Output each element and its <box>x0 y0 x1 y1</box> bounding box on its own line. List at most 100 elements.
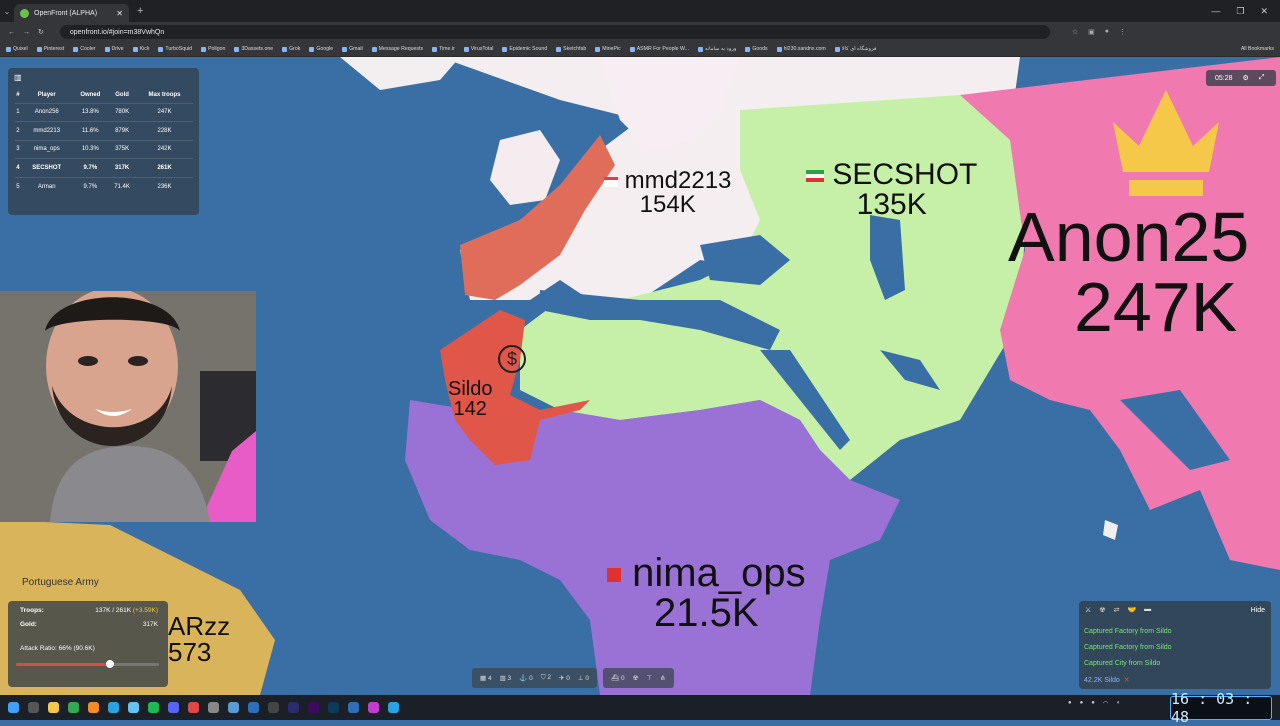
spotify-icon[interactable] <box>148 702 159 713</box>
attack-ratio-slider[interactable] <box>16 660 159 668</box>
wifi-icon[interactable]: ◠ <box>1103 700 1108 707</box>
chrome-icon[interactable] <box>68 702 79 713</box>
minimize-icon[interactable]: — <box>1211 6 1220 17</box>
build-missile-button[interactable]: ✈ 0 <box>559 674 570 682</box>
player-label-arzz[interactable]: ARzz 573 <box>168 613 230 665</box>
player-label-anon[interactable]: Anon25 247K <box>1008 202 1249 342</box>
bookmark-item[interactable]: hl230.xandnx.com <box>776 46 826 52</box>
bookmark-star-icon[interactable]: ☆ <box>1072 28 1078 36</box>
build-sam-button[interactable]: ⊥ 0 <box>578 674 589 682</box>
bookmark-item[interactable]: Message Requests <box>371 46 423 52</box>
photoshop-icon[interactable] <box>328 702 339 713</box>
bookmark-item[interactable]: TurboSquid <box>158 46 192 52</box>
bookmark-item[interactable]: Sketchfab <box>556 46 586 52</box>
bookmark-item[interactable]: Time.ir <box>432 46 455 52</box>
back-icon[interactable]: ← <box>8 29 15 36</box>
bookmark-item[interactable]: ASMR For People W... <box>629 46 689 52</box>
player-label-nima[interactable]: nima_ops 21.5K <box>607 553 806 633</box>
bookmark-item[interactable]: 3Dassets.one <box>234 46 273 52</box>
leaderboard-row[interactable]: 1 Anon256 13.8% 780K 247K <box>15 102 193 122</box>
steam-icon[interactable] <box>128 702 139 713</box>
bookmark-item[interactable]: Goods <box>745 46 768 52</box>
bookmark-item[interactable]: Google <box>309 46 333 52</box>
new-tab-icon[interactable]: + <box>137 5 143 17</box>
tray-icon[interactable]: ● <box>1080 700 1084 707</box>
profile-icon[interactable]: ● <box>1105 28 1109 36</box>
trade-icon[interactable]: ⇄ <box>1114 606 1120 614</box>
build-defense-button[interactable]: ⛉ 2 <box>541 674 551 682</box>
hydrogen-bomb-button[interactable]: ⊤ <box>647 674 653 682</box>
app-icon[interactable] <box>228 702 239 713</box>
url-field[interactable]: openfront.io/#join=m38VwhQn <box>59 25 1050 39</box>
fullscreen-icon[interactable]: ⤢ <box>1259 74 1265 82</box>
bookmark-item[interactable]: Pinterest <box>36 46 64 52</box>
forward-icon[interactable]: → <box>23 29 30 36</box>
bookmark-item[interactable]: Kick <box>132 46 149 52</box>
premiere-icon[interactable] <box>308 702 319 713</box>
discord-icon[interactable] <box>168 702 179 713</box>
mirv-button[interactable]: ⋔ <box>660 674 665 682</box>
alliance-icon[interactable]: 🤝 <box>1127 606 1136 614</box>
menu-icon[interactable]: ⋮ <box>1119 28 1126 36</box>
bookmark-item[interactable]: Grok <box>282 46 300 52</box>
app-icon[interactable] <box>348 702 359 713</box>
app-icon[interactable] <box>368 702 379 713</box>
col-player[interactable]: Player <box>21 88 73 103</box>
search-icon[interactable] <box>28 702 39 713</box>
telegram-icon[interactable] <box>108 702 119 713</box>
after-effects-icon[interactable] <box>288 702 299 713</box>
app-icon[interactable] <box>88 702 99 713</box>
sword-icon[interactable]: ⚔ <box>1085 606 1091 614</box>
col-owned[interactable]: Owned <box>73 88 109 103</box>
bookmark-item[interactable]: VirusTotal <box>463 46 493 52</box>
chart-icon[interactable]: ▥ <box>14 73 22 82</box>
build-port-button[interactable]: ⚓ 0 <box>519 674 533 682</box>
leaderboard-row[interactable]: 4 SECSHOT 9.7% 317K 261K <box>15 158 193 177</box>
player-label-secshot[interactable]: SECSHOT 135K <box>806 160 977 220</box>
tab-close-icon[interactable]: ✕ <box>116 9 123 18</box>
app-icon[interactable] <box>208 702 219 713</box>
bookmark-item[interactable]: Gmail <box>342 46 363 52</box>
bookmark-item[interactable]: Drive <box>104 46 124 52</box>
app-icon[interactable] <box>268 702 279 713</box>
attack-ratio-thumb[interactable] <box>106 660 115 668</box>
player-label-mmd2213[interactable]: mmd2213 154K <box>604 169 731 217</box>
bookmark-item[interactable]: Epidemic Sound <box>502 46 547 52</box>
leaderboard-row[interactable]: 2 mmd2213 11.6% 879K 228K <box>15 121 193 140</box>
bookmark-item[interactable]: Cooler <box>73 46 96 52</box>
hide-button[interactable]: Hide <box>1251 607 1265 614</box>
atom-bomb-button[interactable]: ☢ <box>633 674 639 682</box>
maximize-icon[interactable]: ❐ <box>1236 6 1244 17</box>
app-icon[interactable] <box>248 702 259 713</box>
bookmark-item[interactable]: فروشگاه ای کالا <box>834 46 877 52</box>
bookmark-item[interactable]: Poligon <box>201 46 225 52</box>
window-close-icon[interactable]: ✕ <box>1260 6 1268 17</box>
tray-icon[interactable]: ● <box>1091 700 1095 707</box>
file-explorer-icon[interactable] <box>48 702 59 713</box>
chat-icon[interactable]: ▬ <box>1144 606 1151 614</box>
tab-openfront[interactable]: OpenFront (ALPHA) ✕ <box>14 4 129 22</box>
tray-icon[interactable]: ● <box>1068 700 1072 707</box>
tab-list-icon[interactable]: ⌄ <box>0 7 14 16</box>
player-label-sildo[interactable]: Sildo 142 <box>448 379 492 419</box>
warship-button[interactable]: ⛴ 0 <box>611 674 625 682</box>
leaderboard-row[interactable]: 5 Arman 9.7% 71.4K 236K <box>15 176 193 196</box>
volume-icon[interactable]: ◖ <box>1116 700 1120 707</box>
col-gold[interactable]: Gold <box>108 88 136 103</box>
build-city-button[interactable]: ▦ 4 <box>480 674 492 682</box>
extensions-icon[interactable]: ▣ <box>1088 28 1095 36</box>
bookmark-item[interactable]: MinePic <box>595 46 621 52</box>
bookmark-item[interactable]: ورود به سامانه <box>697 46 736 52</box>
obs-icon[interactable] <box>188 702 199 713</box>
windows-start-icon[interactable] <box>8 702 19 713</box>
cancel-attack-icon[interactable]: ✕ <box>1124 677 1130 684</box>
nuke-icon[interactable]: ☢ <box>1099 606 1105 614</box>
reload-icon[interactable]: ↻ <box>38 28 44 36</box>
bookmark-item[interactable]: Quixel <box>6 46 28 52</box>
build-factory-button[interactable]: ▥ 3 <box>500 674 512 682</box>
settings-gear-icon[interactable]: ⚙ <box>1243 74 1249 82</box>
app-icon[interactable] <box>388 702 399 713</box>
col-max-troops[interactable]: Max troops <box>136 88 193 103</box>
leaderboard-row[interactable]: 3 nima_ops 10.3% 375K 242K <box>15 139 193 159</box>
all-bookmarks-button[interactable]: All Bookmarks <box>1241 46 1280 52</box>
